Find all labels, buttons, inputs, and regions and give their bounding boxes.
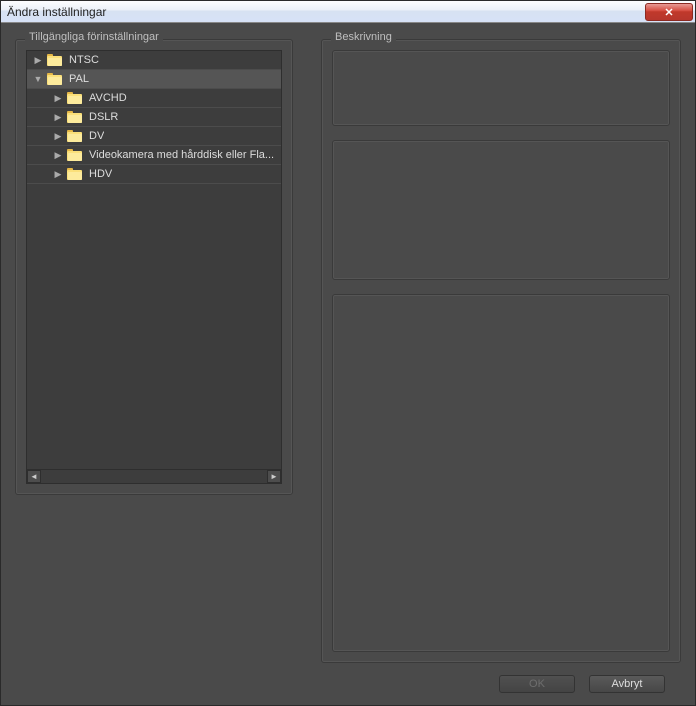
description-box-1 [332, 50, 670, 126]
presets-panel-box: ▶ NTSC ▼ PAL ▶ AVCHD ▶ DSLR ▶ DV ▶ Videokamera med … [15, 39, 293, 495]
scroll-track[interactable] [41, 470, 267, 483]
tree-row[interactable]: ▼ PAL [27, 70, 281, 89]
folder-icon [67, 111, 83, 123]
tree-row[interactable]: ▶ Videokamera med hårddisk eller Fla... [27, 146, 281, 165]
description-panel: Beskrivning [321, 39, 681, 665]
close-button[interactable] [645, 3, 693, 21]
chevron-right-icon[interactable]: ▶ [53, 150, 63, 161]
tree-row[interactable]: ▶ DSLR [27, 108, 281, 127]
tree-row-label: NTSC [69, 54, 99, 66]
dialog-window: Ändra inställningar Tillgängliga förinst… [0, 0, 696, 706]
tree-row-label: HDV [89, 168, 112, 180]
chevron-right-icon[interactable]: ▶ [53, 112, 63, 123]
description-box-3 [332, 294, 670, 652]
chevron-right-icon[interactable]: ▶ [53, 169, 63, 180]
chevron-down-icon[interactable]: ▼ [33, 74, 43, 84]
folder-icon [67, 168, 83, 180]
button-row: OK Avbryt [15, 665, 681, 693]
window-title: Ändra inställningar [7, 5, 106, 19]
description-panel-box [321, 39, 681, 663]
scroll-left-arrow-icon[interactable]: ◄ [27, 470, 41, 483]
tree-row-label: Videokamera med hårddisk eller Fla... [89, 149, 274, 161]
dialog-body: Tillgängliga förinställningar ▶NTSC▼PAL▶… [1, 23, 695, 705]
tree-row-label: DV [89, 130, 104, 142]
tree-row-label: AVCHD [89, 92, 127, 104]
folder-icon [67, 92, 83, 104]
horizontal-scrollbar[interactable]: ◄ ► [26, 470, 282, 484]
columns: Tillgängliga förinställningar ▶NTSC▼PAL▶… [15, 39, 681, 665]
folder-icon [67, 149, 83, 161]
scroll-right-arrow-icon[interactable]: ► [267, 470, 281, 483]
titlebar: Ändra inställningar [1, 1, 695, 23]
close-icon [664, 8, 674, 16]
tree-row[interactable]: ▶ AVCHD [27, 89, 281, 108]
tree-row[interactable]: ▶ DV [27, 127, 281, 146]
preset-tree[interactable]: ▶ NTSC ▼ PAL ▶ AVCHD ▶ DSLR ▶ DV ▶ Videokamera med … [26, 50, 282, 470]
tree-row-label: DSLR [89, 111, 118, 123]
description-box-2 [332, 140, 670, 280]
folder-icon [47, 54, 63, 66]
folder-icon [47, 73, 63, 85]
description-panel-label: Beskrivning [331, 31, 396, 43]
tree-row[interactable]: ▶ NTSC [27, 51, 281, 70]
chevron-right-icon[interactable]: ▶ [33, 55, 43, 66]
tree-row[interactable]: ▶ HDV [27, 165, 281, 184]
chevron-right-icon[interactable]: ▶ [53, 131, 63, 142]
chevron-right-icon[interactable]: ▶ [53, 93, 63, 104]
folder-icon [67, 130, 83, 142]
tree-row-label: PAL [69, 73, 89, 85]
presets-panel-label: Tillgängliga förinställningar [25, 31, 163, 43]
presets-panel: Tillgängliga förinställningar ▶NTSC▼PAL▶… [15, 39, 293, 665]
ok-button: OK [499, 675, 575, 693]
cancel-button[interactable]: Avbryt [589, 675, 665, 693]
